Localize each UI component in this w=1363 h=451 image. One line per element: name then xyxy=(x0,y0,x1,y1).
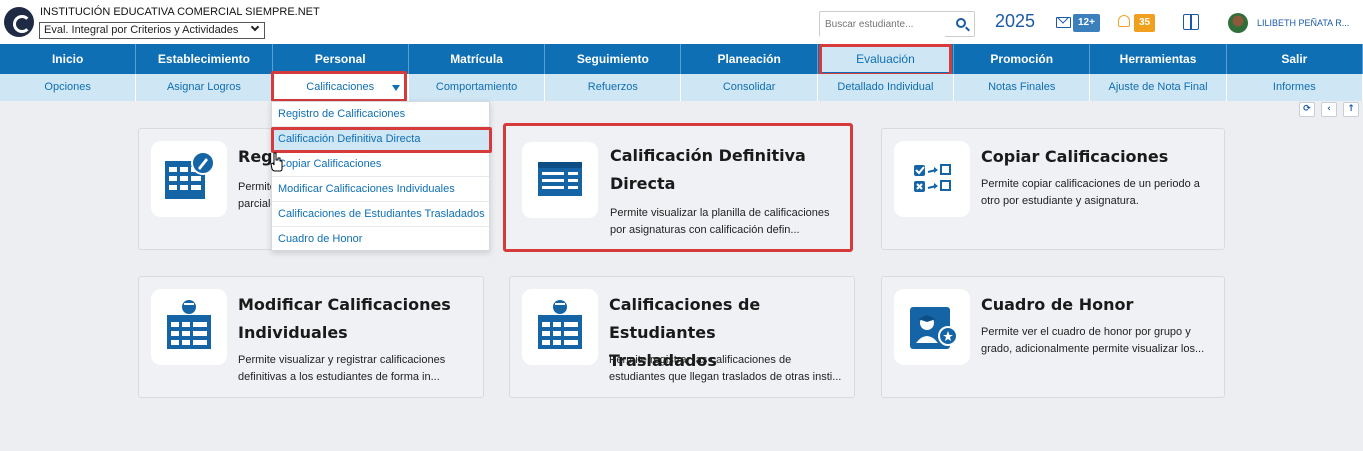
subnav-refuerzos[interactable]: Refuerzos xyxy=(545,74,682,101)
menu-item-cuadro-honor[interactable]: Cuadro de Honor xyxy=(272,227,489,252)
card-title: Modificar Calificaciones Individuales xyxy=(238,291,451,347)
card-title-line-2: Directa xyxy=(610,174,676,193)
hand-cursor-icon xyxy=(270,152,283,172)
card-title: Calificación Definitiva Directa xyxy=(610,142,806,198)
nav-planeacion[interactable]: Planeación xyxy=(681,44,818,74)
card-copiar-calificaciones[interactable]: Copiar Calificaciones Permite copiar cal… xyxy=(881,128,1225,250)
card-estudiantes-trasladados[interactable]: Calificaciones de Estudiantes Trasladado… xyxy=(509,276,855,398)
nav-matricula[interactable]: Matrícula xyxy=(409,44,546,74)
cube-icon[interactable] xyxy=(1183,14,1199,30)
card-desc-line-2: otro por estudiante y asignatura. xyxy=(981,195,1139,207)
card-desc-line-1: Permite registrar las calificaciones de xyxy=(609,354,792,366)
calificaciones-dropdown-menu: Registro de Calificaciones Calificación … xyxy=(271,101,492,252)
card-cuadro-de-honor[interactable]: Cuadro de Honor Permite ver el cuadro de… xyxy=(881,276,1225,398)
card-desc-line-2: estudiantes que llegan traslados de otra… xyxy=(609,371,842,383)
messages-badge[interactable]: 12+ xyxy=(1073,14,1100,32)
card-title-line-2: Individuales xyxy=(238,323,348,342)
subnav-asignar-logros[interactable]: Asignar Logros xyxy=(136,74,273,101)
subnav-ajuste-nota-final[interactable]: Ajuste de Nota Final xyxy=(1090,74,1227,101)
menu-item-registro[interactable]: Registro de Calificaciones xyxy=(272,102,489,127)
notifications-badge[interactable]: 35 xyxy=(1134,14,1156,32)
nav-establecimiento[interactable]: Establecimiento xyxy=(136,44,273,74)
subnav-opciones[interactable]: Opciones xyxy=(0,74,137,101)
mail-icon[interactable] xyxy=(1056,17,1071,28)
definitive-grade-icon xyxy=(522,142,598,218)
nav-herramientas[interactable]: Herramientas xyxy=(1090,44,1227,74)
year-label[interactable]: 2025 xyxy=(995,11,1035,32)
arrow-up-icon[interactable]: ↑ xyxy=(1343,102,1359,117)
card-desc-line-1: Permite copiar calificaciones de un peri… xyxy=(981,178,1200,190)
avatar[interactable] xyxy=(1228,13,1248,33)
card-calificacion-definitiva[interactable]: Calificación Definitiva Directa Permite … xyxy=(503,123,853,252)
subnav-detallado-individual[interactable]: Detallado Individual xyxy=(818,74,955,101)
nav-personal[interactable]: Personal xyxy=(273,44,409,74)
main-nav: Inicio Establecimiento Personal Matrícul… xyxy=(0,44,1363,76)
back-icon[interactable]: ‹ xyxy=(1321,102,1337,117)
honor-roll-icon xyxy=(894,289,970,365)
highlight-box xyxy=(271,127,492,153)
subnav-notas-finales[interactable]: Notas Finales xyxy=(954,74,1091,101)
search-input[interactable] xyxy=(820,12,945,37)
grade-register-icon xyxy=(151,141,227,217)
card-desc-line-1: Permite visualizar y registrar calificac… xyxy=(238,354,446,366)
nav-inicio[interactable]: Inicio xyxy=(0,44,137,74)
student-search[interactable] xyxy=(819,11,975,37)
sub-nav: Opciones Asignar Logros Calificaciones C… xyxy=(0,71,1363,102)
highlight-box xyxy=(818,44,953,76)
period-select[interactable]: Eval. Integral por Criterios y Actividad… xyxy=(39,22,265,39)
card-title: Cuadro de Honor xyxy=(981,295,1134,314)
highlight-box xyxy=(270,71,407,102)
card-desc-line-2: definitivas a los estudiantes de forma i… xyxy=(238,371,440,383)
menu-item-modificar[interactable]: Modificar Calificaciones Individuales xyxy=(272,177,489,202)
refresh-icon[interactable]: ⟳ xyxy=(1299,102,1315,117)
nav-salir[interactable]: Salir xyxy=(1227,44,1363,74)
card-title-line-1: Modificar Calificaciones xyxy=(238,295,451,314)
toolbar-icons: ⟳ ‹ ↑ xyxy=(1299,102,1359,117)
subnav-calificaciones[interactable]: Calificaciones xyxy=(270,71,409,102)
menu-item-definitiva-directa[interactable]: Calificación Definitiva Directa xyxy=(271,127,492,153)
institution-name: INSTITUCIÓN EDUCATIVA COMERCIAL SIEMPRE.… xyxy=(40,6,320,18)
card-desc-line-2: grado, adicionalmente permite visualizar… xyxy=(981,343,1205,355)
chevron-down-icon xyxy=(250,22,260,32)
menu-item-trasladados[interactable]: Calificaciones de Estudiantes Trasladado… xyxy=(272,202,489,227)
period-select-value: Eval. Integral por Criterios y Actividad… xyxy=(44,24,239,36)
institution-logo-icon[interactable] xyxy=(4,7,34,37)
card-title-line-1: Calificación Definitiva xyxy=(610,146,806,165)
subnav-comportamiento[interactable]: Comportamiento xyxy=(409,74,546,101)
subnav-consolidar[interactable]: Consolidar xyxy=(681,74,818,101)
card-desc-line-1: Permite visualizar la planilla de califi… xyxy=(610,207,830,219)
nav-evaluacion[interactable]: Evaluación xyxy=(818,44,955,76)
card-title: Copiar Calificaciones xyxy=(981,147,1169,166)
modify-grades-icon xyxy=(151,289,227,365)
nav-seguimiento[interactable]: Seguimiento xyxy=(545,44,682,74)
nav-promocion[interactable]: Promoción xyxy=(954,44,1091,74)
bell-icon[interactable] xyxy=(1118,15,1130,27)
transferred-grades-icon xyxy=(522,289,598,365)
card-desc-line-2: por asignaturas con calificación defin..… xyxy=(610,224,800,236)
card-title-line-1: Calificaciones de Estudiantes xyxy=(609,295,761,342)
menu-item-copiar[interactable]: Copiar Calificaciones xyxy=(272,152,489,177)
card-modificar-calificaciones[interactable]: Modificar Calificaciones Individuales Pe… xyxy=(138,276,484,398)
user-name[interactable]: LILIBETH PEÑATA R... xyxy=(1257,18,1349,28)
copy-grades-icon xyxy=(894,141,970,217)
card-desc-line-1: Permite ver el cuadro de honor por grupo… xyxy=(981,326,1191,338)
top-header: INSTITUCIÓN EDUCATIVA COMERCIAL SIEMPRE.… xyxy=(0,0,1363,44)
subnav-informes[interactable]: Informes xyxy=(1227,74,1363,101)
search-icon[interactable] xyxy=(956,18,966,28)
